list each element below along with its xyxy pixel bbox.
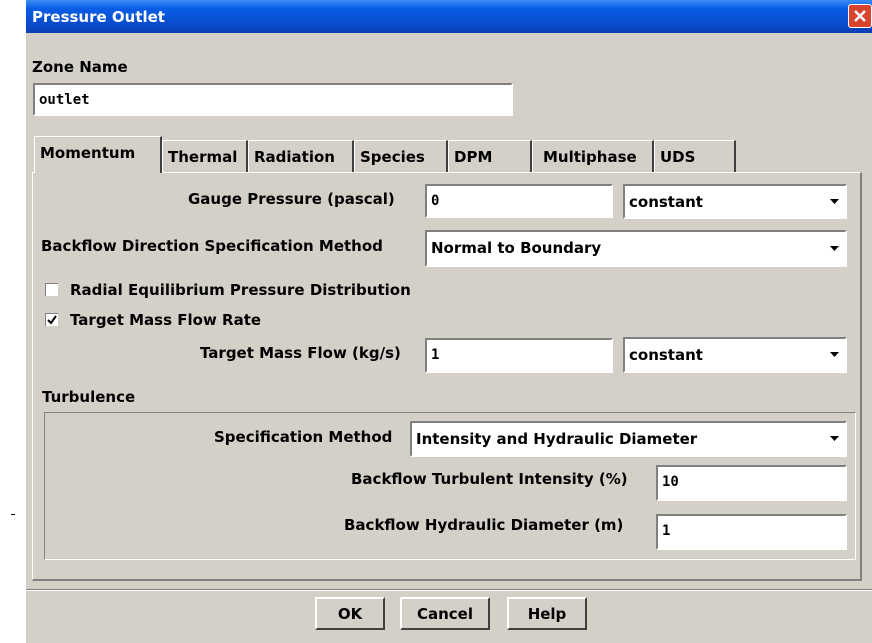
tab-label: Momentum: [40, 144, 136, 162]
close-button[interactable]: [848, 4, 872, 28]
title-bar[interactable]: Pressure Outlet: [26, 0, 872, 33]
radial-equilibrium-checkbox[interactable]: [45, 283, 58, 296]
chevron-down-icon: [830, 245, 839, 251]
tab-thermal[interactable]: Thermal: [162, 140, 248, 172]
tab-multiphase[interactable]: Multiphase: [532, 140, 654, 172]
dropdown-arrow[interactable]: [825, 232, 845, 265]
stray-mark: [11, 514, 15, 515]
target-mass-flow-label: Target Mass Flow (kg/s): [200, 344, 401, 362]
help-button[interactable]: Help: [507, 597, 587, 630]
select-value: constant: [629, 193, 703, 211]
gauge-pressure-mode-select[interactable]: constant: [623, 184, 847, 219]
hydraulic-diameter-label: Backflow Hydraulic Diameter (m): [344, 516, 624, 534]
ok-button[interactable]: OK: [315, 597, 385, 630]
tab-label: UDS: [660, 148, 696, 166]
target-mass-flow-input[interactable]: 1: [425, 338, 613, 373]
zone-name-label: Zone Name: [32, 58, 128, 76]
tab-uds[interactable]: UDS: [654, 140, 736, 172]
tab-label: Multiphase: [543, 148, 637, 166]
window-title: Pressure Outlet: [32, 8, 165, 26]
tab-label: Radiation: [254, 148, 335, 166]
select-value: Normal to Boundary: [431, 239, 602, 257]
tab-momentum[interactable]: Momentum: [34, 136, 162, 173]
checkmark-icon: [47, 315, 57, 325]
tab-dpm[interactable]: DPM: [448, 140, 532, 172]
target-mass-flow-rate-checkbox[interactable]: [45, 313, 58, 326]
close-icon: [854, 10, 866, 22]
specification-method-label: Specification Method: [214, 428, 393, 446]
turbulent-intensity-label: Backflow Turbulent Intensity (%): [351, 470, 628, 488]
tab-label: Species: [360, 148, 425, 166]
tab-species[interactable]: Species: [354, 140, 448, 172]
specification-method-select[interactable]: Intensity and Hydraulic Diameter: [410, 421, 847, 457]
pressure-outlet-dialog: Pressure Outlet Zone Name outlet Momentu…: [26, 0, 872, 643]
select-value: constant: [629, 346, 703, 364]
target-mass-flow-rate-label: Target Mass Flow Rate: [70, 311, 262, 329]
tab-radiation[interactable]: Radiation: [248, 140, 354, 172]
dropdown-arrow[interactable]: [825, 423, 845, 455]
gauge-pressure-input[interactable]: 0: [425, 184, 613, 218]
turbulent-intensity-input[interactable]: 10: [656, 465, 847, 501]
target-mass-flow-mode-select[interactable]: constant: [623, 337, 847, 373]
dropdown-arrow[interactable]: [825, 339, 845, 371]
turbulence-heading: Turbulence: [42, 388, 136, 406]
tab-label: DPM: [454, 148, 493, 166]
hydraulic-diameter-input[interactable]: 1: [656, 514, 847, 550]
chevron-down-icon: [830, 436, 839, 441]
tab-label: Thermal: [168, 148, 238, 166]
chevron-down-icon: [830, 198, 839, 204]
select-value: Intensity and Hydraulic Diameter: [416, 430, 698, 448]
cancel-button[interactable]: Cancel: [400, 597, 490, 630]
gauge-pressure-label: Gauge Pressure (pascal): [188, 190, 395, 208]
radial-equilibrium-label: Radial Equilibrium Pressure Distribution: [70, 281, 411, 299]
backflow-direction-label: Backflow Direction Specification Method: [41, 237, 383, 255]
backflow-direction-select[interactable]: Normal to Boundary: [425, 230, 847, 267]
dropdown-arrow[interactable]: [825, 186, 845, 217]
button-separator: [26, 589, 872, 591]
zone-name-input[interactable]: outlet: [33, 83, 513, 116]
chevron-down-icon: [830, 352, 839, 357]
